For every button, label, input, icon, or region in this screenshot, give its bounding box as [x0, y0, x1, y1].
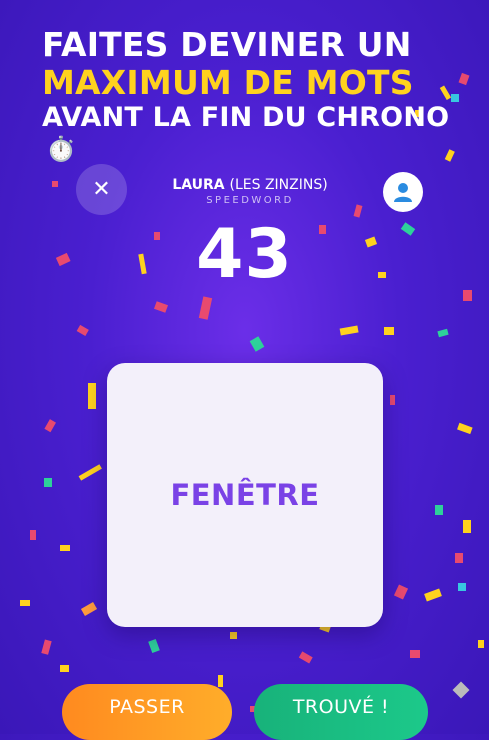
- word-card: FENÊTRE: [107, 363, 383, 627]
- game-mode-label: SPEEDWORD: [206, 195, 294, 206]
- profile-button[interactable]: [383, 172, 423, 212]
- headline-line-3-text: AVANT LA FIN DU CHRONO: [42, 101, 450, 133]
- close-icon: ✕: [92, 177, 111, 202]
- user-icon: [394, 183, 412, 202]
- player-name: LAURA: [172, 177, 225, 193]
- word-to-guess: FENÊTRE: [170, 478, 320, 512]
- pass-button[interactable]: PASSER: [62, 684, 232, 740]
- headline: FAITES DEVINER UN MAXIMUM DE MOTS AVANT …: [42, 26, 482, 164]
- found-button[interactable]: TROUVÉ !: [254, 684, 428, 740]
- headline-line-3: AVANT LA FIN DU CHRONO⏱️: [42, 102, 482, 164]
- player-info: LAURA (LES ZINZINS) SPEEDWORD: [150, 177, 350, 206]
- countdown-timer: 43: [196, 215, 293, 294]
- headline-line-2: MAXIMUM DE MOTS: [42, 62, 414, 102]
- stopwatch-icon: ⏱️: [46, 134, 77, 163]
- player-name-line: LAURA (LES ZINZINS): [150, 177, 350, 193]
- headline-line-1: FAITES DEVINER UN: [42, 25, 412, 64]
- player-team: (LES ZINZINS): [229, 177, 328, 193]
- close-button[interactable]: ✕: [76, 164, 127, 215]
